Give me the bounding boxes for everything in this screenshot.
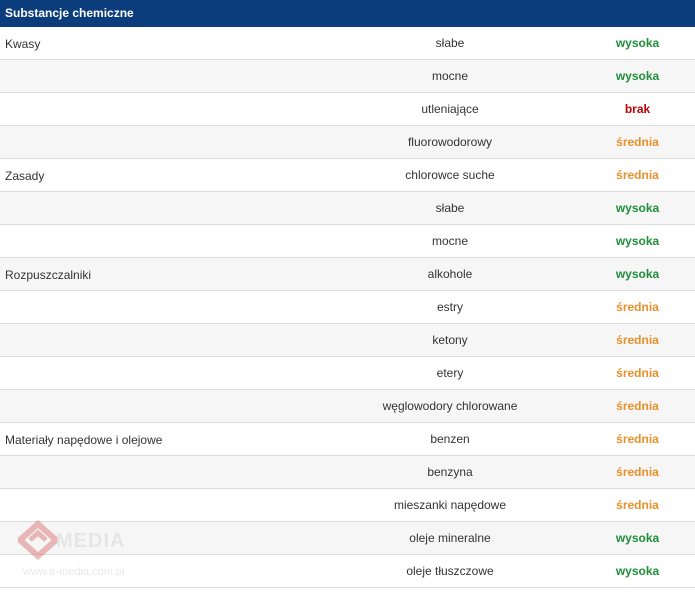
table-row: benzyna średnia bbox=[0, 456, 695, 489]
substance-cell: słabe bbox=[435, 201, 465, 215]
category-cell: Zasady bbox=[5, 169, 45, 183]
header-title: Substancje chemiczne bbox=[5, 6, 134, 20]
category-cell: Rozpuszczalniki bbox=[5, 268, 92, 282]
resistance-level: wysoka bbox=[615, 201, 660, 215]
table-row: Materiały napędowe i olejowe benzen średni… bbox=[0, 423, 695, 456]
substance-cell: benzen bbox=[430, 432, 470, 446]
category-cell bbox=[0, 522, 320, 532]
resistance-level: średnia bbox=[616, 300, 659, 314]
chemical-resistance-table: Substancje chemiczne Kwasy słabe wysoka mo… bbox=[0, 0, 695, 588]
resistance-level: średnia bbox=[616, 333, 659, 347]
table-body: Kwasy słabe wysoka mocne wysoka utleniające… bbox=[0, 27, 695, 588]
table-row: mieszanki napędowe średnia bbox=[0, 489, 695, 522]
category-cell bbox=[0, 192, 320, 202]
substance-cell: mieszanki napędowe bbox=[393, 498, 507, 512]
category-cell bbox=[0, 291, 320, 301]
resistance-level: wysoka bbox=[615, 531, 660, 545]
table-row: oleje tłuszczowe wysoka bbox=[0, 555, 695, 588]
substance-cell: utleniające bbox=[421, 102, 479, 116]
category-cell bbox=[0, 93, 320, 103]
resistance-level: brak bbox=[624, 102, 651, 116]
category-cell bbox=[0, 225, 320, 235]
substance-cell: fluorowodorowy bbox=[407, 135, 493, 149]
table-row: estry średnia bbox=[0, 291, 695, 324]
category-cell bbox=[0, 126, 320, 136]
table-row: fluorowodorowy średnia bbox=[0, 126, 695, 159]
resistance-level: wysoka bbox=[615, 267, 660, 281]
table-row: mocne wysoka bbox=[0, 60, 695, 93]
resistance-level: średnia bbox=[616, 168, 659, 182]
table-row: mocne wysoka bbox=[0, 225, 695, 258]
resistance-level: średnia bbox=[616, 366, 659, 380]
substance-cell: słabe bbox=[435, 36, 465, 50]
resistance-level: wysoka bbox=[615, 564, 660, 578]
resistance-level: średnia bbox=[616, 432, 659, 446]
resistance-level: wysoka bbox=[615, 234, 660, 248]
resistance-level: średnia bbox=[616, 399, 659, 413]
substance-cell: etery bbox=[436, 366, 464, 380]
substance-cell: mocne bbox=[431, 234, 469, 248]
substance-cell: estry bbox=[436, 300, 463, 314]
substance-cell: ketony bbox=[432, 333, 468, 347]
category-cell: Materiały napędowe i olejowe bbox=[5, 433, 163, 447]
table-row: Rozpuszczalniki alkohole wysoka bbox=[0, 258, 695, 291]
table-header: Substancje chemiczne bbox=[0, 0, 695, 27]
table-row: węglowodory chlorowane średnia bbox=[0, 390, 695, 423]
category-cell bbox=[0, 555, 320, 565]
table-row: słabe wysoka bbox=[0, 192, 695, 225]
table-row: Kwasy słabe wysoka bbox=[0, 27, 695, 60]
resistance-level: średnia bbox=[616, 465, 659, 479]
category-cell bbox=[0, 357, 320, 367]
resistance-level: wysoka bbox=[615, 69, 660, 83]
resistance-level: średnia bbox=[616, 135, 659, 149]
table-row: Zasady chlorowce suche średnia bbox=[0, 159, 695, 192]
resistance-level: średnia bbox=[616, 498, 659, 512]
category-cell: Kwasy bbox=[5, 37, 41, 51]
substance-cell: oleje tłuszczowe bbox=[406, 564, 494, 578]
table-row: utleniające brak bbox=[0, 93, 695, 126]
substance-cell: węglowodory chlorowane bbox=[382, 399, 518, 413]
category-cell bbox=[0, 60, 320, 70]
table-row: oleje mineralne wysoka bbox=[0, 522, 695, 555]
table-row: ketony średnia bbox=[0, 324, 695, 357]
category-cell bbox=[0, 390, 320, 400]
category-cell bbox=[0, 324, 320, 334]
category-cell bbox=[0, 456, 320, 466]
substance-cell: chlorowce suche bbox=[405, 168, 495, 182]
table-row: etery średnia bbox=[0, 357, 695, 390]
resistance-level: wysoka bbox=[615, 36, 660, 50]
substance-cell: mocne bbox=[431, 69, 469, 83]
substance-cell: benzyna bbox=[427, 465, 473, 479]
substance-cell: alkohole bbox=[427, 267, 473, 281]
category-cell bbox=[0, 489, 320, 499]
substance-cell: oleje mineralne bbox=[409, 531, 491, 545]
